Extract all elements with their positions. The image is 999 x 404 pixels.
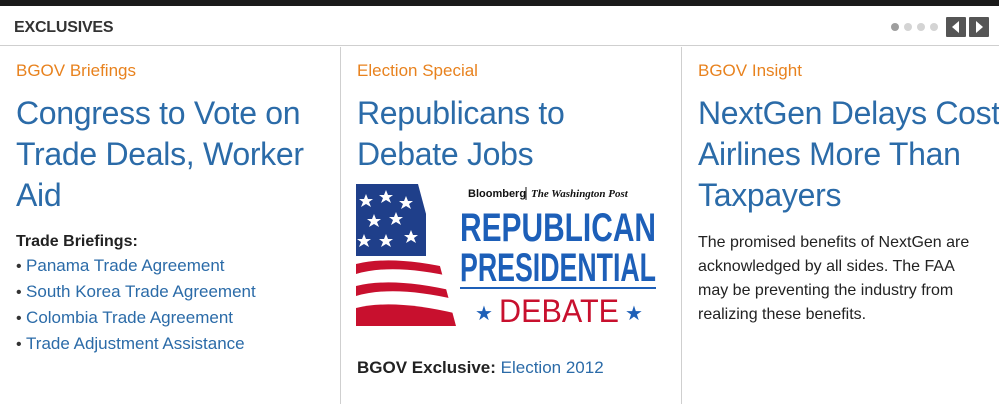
briefing-link[interactable]: Trade Adjustment Assistance [26,334,245,353]
trade-briefings: Trade Briefings: • Panama Trade Agreemen… [16,231,256,357]
story-kicker: Election Special [357,61,478,80]
debate-line-republican: REPUBLICAN [460,206,656,250]
pager-dot-4[interactable] [930,23,938,31]
pager-dot-1[interactable] [891,23,899,31]
exclusive-line: BGOV Exclusive: Election 2012 [357,358,604,378]
brand-washington-post: The Washington Post [531,188,629,200]
story-kicker: BGOV Insight [698,61,802,80]
story-headline-link[interactable]: Congress to Vote on Trade Deals, Worker … [16,93,331,216]
section-title: EXCLUSIVES [14,19,114,36]
trade-briefings-label: Trade Briefings: [16,233,138,250]
us-flag-graphic [356,184,456,326]
debate-logo-image[interactable]: Bloomberg The Washington Post REPUBLICAN… [356,184,661,326]
carousel-pager [891,17,989,37]
story-headline-link[interactable]: Republicans to Debate Jobs [357,93,672,175]
story-column-insight: BGOV Insight NextGen Delays Cost Airline… [681,47,999,404]
story-column-election: Election Special Republicans to Debate J… [340,47,681,404]
story-kicker: BGOV Briefings [16,61,136,80]
brand-bloomberg: Bloomberg [468,188,526,200]
next-button[interactable] [969,17,989,37]
debate-line-presidential: PRESIDENTIAL [460,246,656,290]
prev-button[interactable] [946,17,966,37]
election-2012-link[interactable]: Election 2012 [501,358,604,377]
briefing-link[interactable]: Colombia Trade Agreement [26,308,233,327]
list-item: • Trade Adjustment Assistance [16,334,245,353]
exclusive-label: BGOV Exclusive: [357,358,496,377]
story-summary: The promised benefits of NextGen are ack… [698,234,970,323]
briefing-link[interactable]: Panama Trade Agreement [26,256,224,275]
section-header: EXCLUSIVES [0,6,999,46]
star-icon: ★ [625,301,643,325]
debate-line-debate: DEBATE [499,293,619,326]
star-icon: ★ [475,301,493,325]
list-item: • Panama Trade Agreement [16,256,225,275]
story-column-briefings: BGOV Briefings Congress to Vote on Trade… [0,47,340,404]
chevron-left-icon [952,21,959,33]
trade-briefings-list: • Panama Trade Agreement • South Korea T… [16,253,256,357]
pager-dot-3[interactable] [917,23,925,31]
list-item: • Colombia Trade Agreement [16,308,233,327]
pager-dot-2[interactable] [904,23,912,31]
list-item: • South Korea Trade Agreement [16,282,256,301]
story-headline-link[interactable]: NextGen Delays Cost Airlines More Than T… [698,93,999,216]
chevron-right-icon [976,21,983,33]
briefing-link[interactable]: South Korea Trade Agreement [26,282,256,301]
